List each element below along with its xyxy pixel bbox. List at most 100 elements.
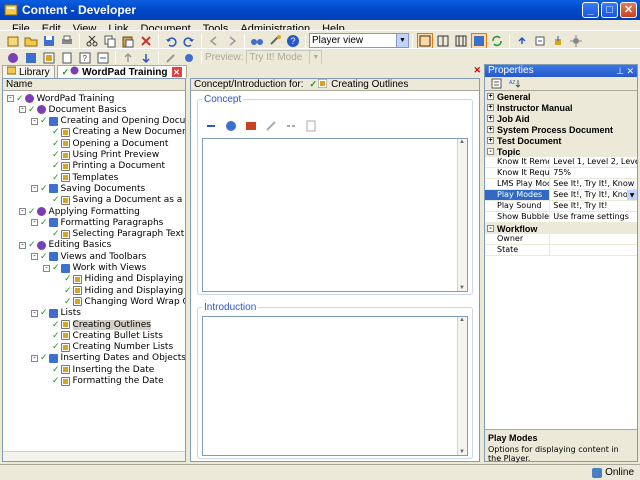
tree-node[interactable]: - ✓ Applying Formatting: [19, 206, 140, 217]
package-icon[interactable]: [243, 118, 259, 134]
collapse-toggle-icon[interactable]: -: [31, 219, 38, 227]
layout-d-icon[interactable]: [471, 32, 487, 49]
replace-icon[interactable]: [267, 33, 283, 49]
expand-toggle-icon[interactable]: +: [487, 126, 494, 133]
maximize-button[interactable]: □: [601, 2, 618, 18]
indent-icon[interactable]: [532, 33, 548, 49]
settings-icon[interactable]: [568, 33, 584, 49]
save-icon[interactable]: [41, 33, 57, 49]
close-button[interactable]: ✕: [620, 2, 637, 18]
property-row[interactable]: Show Bubbles Use frame settings: [485, 212, 637, 223]
vertical-scrollbar[interactable]: [457, 317, 467, 455]
print-icon[interactable]: [59, 33, 75, 49]
link-chain-icon[interactable]: [203, 118, 219, 134]
new-icon[interactable]: [5, 33, 21, 49]
undo-icon[interactable]: [163, 33, 179, 49]
web-icon[interactable]: [223, 118, 239, 134]
tree-node[interactable]: ✓ Hiding and Displaying the Ruler: [55, 274, 185, 285]
close-icon[interactable]: ✕: [626, 66, 634, 76]
copy-icon[interactable]: [102, 33, 118, 49]
pin-icon[interactable]: ⊥: [616, 66, 624, 76]
redo-icon[interactable]: [181, 33, 197, 49]
delete-icon[interactable]: [138, 33, 154, 49]
tree-node[interactable]: -✓ Creating and Opening Documents: [31, 116, 185, 127]
chevron-down-icon[interactable]: ▼: [627, 190, 637, 200]
tree-node[interactable]: ✓ Formatting the Date: [43, 376, 164, 387]
collapse-toggle-icon[interactable]: -: [31, 253, 38, 261]
collapse-toggle-icon[interactable]: -: [31, 117, 38, 125]
property-value[interactable]: See It!, Try It!, Know It?▼: [550, 190, 637, 200]
property-category[interactable]: - Workflow: [485, 223, 637, 234]
property-value[interactable]: Use frame settings: [550, 212, 637, 222]
tree-node[interactable]: ✓ Creating a New Document: [43, 127, 185, 138]
layout-a-icon[interactable]: [417, 32, 433, 49]
tab-library[interactable]: Library: [2, 65, 55, 78]
property-row[interactable]: LMS Play ModesSee It!, Try It!, Know It?: [485, 179, 637, 190]
tree-node[interactable]: ✓ Creating Number Lists: [43, 342, 173, 353]
tree-node[interactable]: ✓ Using Print Preview: [43, 150, 159, 161]
collapse-toggle-icon[interactable]: -: [31, 354, 38, 362]
tree-node[interactable]: - ✓ WordPad Training: [7, 93, 114, 104]
tree-node[interactable]: - ✓ Editing Basics: [19, 240, 111, 251]
tree-node[interactable]: - ✓ Document Basics: [19, 104, 127, 115]
tree-node[interactable]: ✓ Templates: [43, 172, 118, 183]
expand-toggle-icon[interactable]: +: [487, 104, 494, 111]
concept-editor[interactable]: [202, 138, 468, 292]
collapse-toggle-icon[interactable]: -: [19, 241, 26, 249]
view-select[interactable]: Player view ▼: [309, 33, 409, 48]
collapse-toggle-icon[interactable]: -: [31, 185, 38, 193]
property-category[interactable]: + Test Document: [485, 135, 637, 146]
tree-node[interactable]: ✓ Saving a Document as a New File: [43, 195, 185, 206]
forward-icon[interactable]: [224, 33, 240, 49]
collapse-toggle-icon[interactable]: -: [19, 106, 26, 114]
categorized-icon[interactable]: [490, 78, 502, 90]
collapse-toggle-icon[interactable]: -: [31, 309, 38, 317]
property-category[interactable]: + System Process Document: [485, 124, 637, 135]
layout-c-icon[interactable]: [453, 33, 469, 49]
property-value[interactable]: Level 1, Level 2, Level 3: [550, 157, 637, 167]
property-value[interactable]: See It!, Try It!: [550, 201, 637, 211]
tree-node[interactable]: ✓ Opening a Document: [43, 138, 168, 149]
preview-select[interactable]: Try It! Mode ▼: [246, 50, 323, 65]
tree-node[interactable]: - ✓ Lists: [31, 308, 81, 319]
collapse-toggle-icon[interactable]: -: [7, 95, 14, 102]
refresh-icon[interactable]: [489, 33, 505, 49]
vertical-scrollbar[interactable]: [457, 139, 467, 291]
close-pane-icon[interactable]: ✕: [473, 65, 481, 76]
property-row[interactable]: Know It Reme...Level 1, Level 2, Level 3: [485, 157, 637, 168]
tree-node[interactable]: - ✓ Views and Toolbars: [31, 251, 146, 262]
back-icon[interactable]: [206, 33, 222, 49]
open-icon[interactable]: [23, 33, 39, 49]
property-category[interactable]: + Instructor Manual: [485, 102, 637, 113]
sort-alpha-icon[interactable]: AZ: [508, 78, 520, 90]
collapse-toggle-icon[interactable]: -: [19, 208, 26, 215]
horizontal-scrollbar[interactable]: [3, 451, 185, 461]
property-row[interactable]: Know It Requi...75%: [485, 168, 637, 179]
introduction-editor[interactable]: [202, 316, 468, 456]
property-value[interactable]: [550, 245, 637, 255]
property-value[interactable]: See It!, Try It!, Know It?: [550, 179, 637, 189]
tree-node[interactable]: ✓ Creating Outlines: [43, 319, 151, 330]
preview-icon[interactable]: [303, 118, 319, 134]
property-value[interactable]: [550, 234, 637, 244]
expand-toggle-icon[interactable]: +: [487, 137, 494, 144]
collapse-toggle-icon[interactable]: -: [43, 264, 50, 272]
property-row[interactable]: Owner: [485, 234, 637, 245]
close-tab-icon[interactable]: ✕: [171, 67, 182, 77]
property-category[interactable]: + Job Aid: [485, 113, 637, 124]
expand-toggle-icon[interactable]: +: [487, 115, 494, 122]
outdent-icon[interactable]: [514, 33, 530, 49]
layout-b-icon[interactable]: [435, 33, 451, 49]
property-category[interactable]: - Topic: [485, 146, 637, 157]
tree-node[interactable]: - ✓ Inserting Dates and Objects: [31, 353, 185, 364]
minimize-button[interactable]: _: [582, 2, 599, 18]
tree-node[interactable]: ✓ Changing Word Wrap Options: [55, 296, 185, 307]
tree-node[interactable]: ✓ Hiding and Displaying the Status Bar: [55, 285, 185, 296]
help-icon[interactable]: ?: [285, 33, 301, 49]
expand-toggle-icon[interactable]: -: [487, 148, 494, 155]
tree-node[interactable]: ✓ Selecting Paragraph Text: [43, 229, 184, 240]
property-value[interactable]: 75%: [550, 168, 637, 178]
property-row[interactable]: State: [485, 245, 637, 256]
tree-node[interactable]: - ✓ Formatting Paragraphs: [31, 217, 163, 228]
unlink-icon[interactable]: [283, 118, 299, 134]
